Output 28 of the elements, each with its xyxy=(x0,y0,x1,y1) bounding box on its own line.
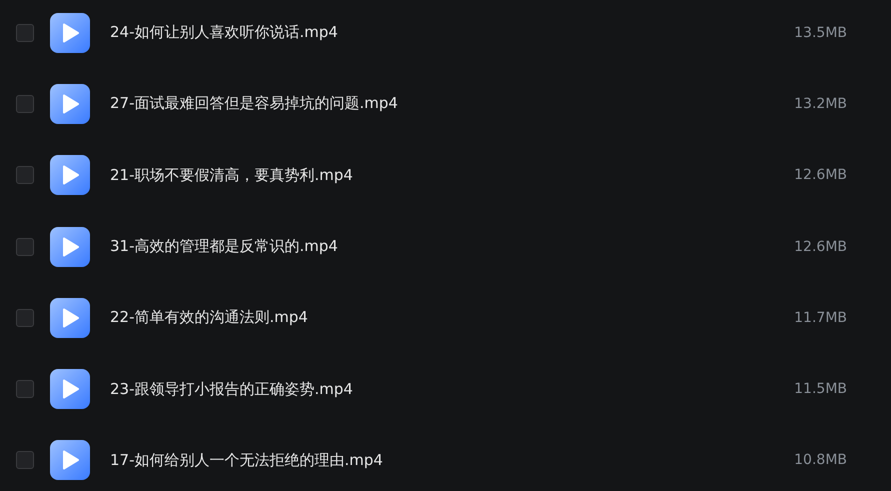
play-icon xyxy=(50,84,90,124)
file-size: 10.8MB xyxy=(794,452,847,468)
checkbox[interactable] xyxy=(16,451,34,470)
play-icon xyxy=(50,155,90,196)
file-size: 11.7MB xyxy=(794,310,847,326)
file-name[interactable]: 24-如何让别人喜欢听你说话.mp4 xyxy=(110,23,794,42)
file-name[interactable]: 31-高效的管理都是反常识的.mp4 xyxy=(110,237,794,256)
checkbox[interactable] xyxy=(16,94,34,113)
file-name[interactable]: 27-面试最难回答但是容易掉坑的问题.mp4 xyxy=(110,94,794,114)
file-name[interactable]: 23-跟领导打小报告的正确姿势.mp4 xyxy=(110,380,794,399)
checkbox[interactable] xyxy=(16,166,34,184)
play-icon xyxy=(50,298,90,338)
file-name[interactable]: 22-简单有效的沟通法则.mp4 xyxy=(110,308,794,328)
file-size: 12.6MB xyxy=(794,238,847,255)
play-icon xyxy=(50,440,90,480)
file-name[interactable]: 17-如何给别人一个无法拒绝的理由.mp4 xyxy=(110,450,794,470)
file-size: 13.2MB xyxy=(794,96,847,112)
play-icon xyxy=(50,12,90,53)
checkbox[interactable] xyxy=(16,238,34,256)
play-icon xyxy=(50,226,90,267)
checkbox[interactable] xyxy=(16,308,34,327)
checkbox[interactable] xyxy=(16,24,34,42)
file-size: 11.5MB xyxy=(794,381,847,398)
file-name[interactable]: 21-职场不要假清高，要真势利.mp4 xyxy=(110,166,794,185)
checkbox[interactable] xyxy=(16,380,34,398)
file-size: 13.5MB xyxy=(794,24,847,41)
file-size: 12.6MB xyxy=(794,167,847,184)
play-icon xyxy=(50,369,90,410)
